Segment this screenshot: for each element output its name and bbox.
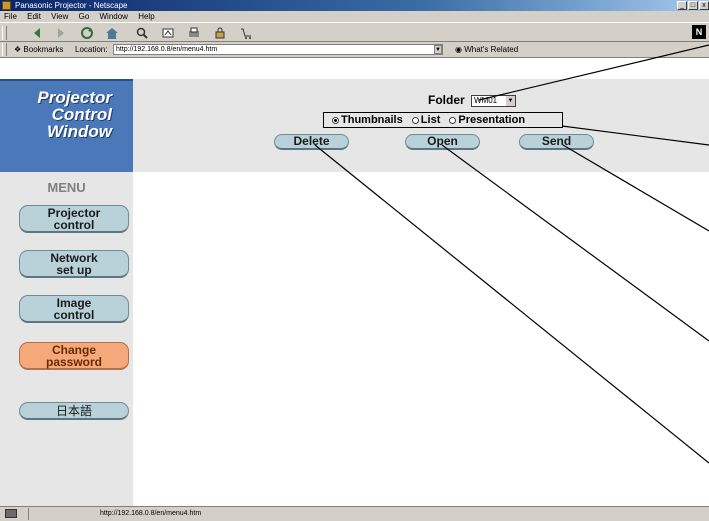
home-icon[interactable] [104,26,120,40]
reload-icon[interactable] [79,26,95,40]
thumbnails-radio[interactable] [332,116,339,124]
delete-button[interactable]: Delete [274,134,349,150]
thumbnails-label[interactable]: Thumbnails [341,114,403,126]
close-button[interactable]: x [699,1,709,10]
folder-header-panel: Folder WM01 ▼ Thumbnails List Presentati… [133,79,709,172]
sidebar-item-network-setup[interactable]: Network set up [19,250,129,278]
security-icon[interactable] [212,26,228,40]
url-dropdown-icon[interactable]: ▼ [434,45,442,54]
security-lock-icon[interactable] [5,509,17,518]
forward-icon[interactable] [52,26,68,40]
sidebar-item-projector-control[interactable]: Projector control [19,205,129,233]
my-netscape-icon[interactable] [160,26,176,40]
chevron-down-icon: ▼ [506,95,516,106]
bookmarks-label: Bookmarks [23,45,64,54]
window-title-bar: Panasonic Projector - Netscape _ □ x [0,0,709,11]
folder-select[interactable]: WM01 ▼ [471,94,517,107]
whats-related-label: What's Related [464,45,519,54]
bookmark-icon: ❖ [14,45,24,54]
list-label[interactable]: List [421,114,441,126]
send-button[interactable]: Send [519,134,594,150]
menu-view[interactable]: View [51,11,68,22]
toolbar-grip[interactable] [2,26,7,40]
menu-title: MENU [47,180,86,195]
status-separator [28,508,29,520]
location-label: Location: [75,45,108,54]
folder-value: WM01 [474,95,498,105]
view-mode-selector: Thumbnails List Presentation [323,112,563,128]
list-radio[interactable] [411,116,419,124]
sidebar-item-change-password[interactable]: Change password [19,342,129,370]
folder-label: Folder [428,93,465,107]
location-toolbar-grip[interactable] [2,43,7,56]
menu-help[interactable]: Help [138,11,154,22]
shop-icon[interactable] [238,26,254,40]
status-bar: http://192.168.0.8/en/menu4.htm [0,506,709,521]
menu-file[interactable]: File [4,11,17,22]
sidebar-item-image-control[interactable]: Image control [19,295,129,323]
location-toolbar: ❖ Bookmarks Location: http://192.168.0.8… [0,42,709,58]
print-icon[interactable] [186,26,202,40]
logo-line-3: Window [47,122,112,141]
status-text: http://192.168.0.8/en/menu4.htm [100,510,202,517]
projector-control-window-logo: Projector Control Window [0,79,133,172]
url-input[interactable]: http://192.168.0.8/en/menu4.htm [113,44,443,55]
web-page: Projector Control Window Folder WM01 ▼ T… [0,58,709,506]
search-icon[interactable] [134,26,150,40]
netscape-throbber-icon[interactable]: N [692,25,706,39]
sidebar-menu: MENU Projector control Network set up Im… [0,172,133,506]
logo-line-1: Projector [37,88,112,107]
open-button[interactable]: Open [405,134,480,150]
menu-bar: File Edit View Go Window Help [0,11,709,22]
logo-line-2: Control [51,105,112,124]
minimize-button[interactable]: _ [677,1,687,10]
netscape-app-icon [2,1,11,10]
back-icon[interactable] [30,26,46,40]
menu-window[interactable]: Window [100,11,128,22]
navigation-toolbar: N [0,22,709,42]
window-title: Panasonic Projector - Netscape [15,1,128,10]
sidebar-item-japanese[interactable]: 日本語 [19,402,129,420]
menu-go[interactable]: Go [79,11,90,22]
thumbnail-content-area [133,172,709,506]
whats-related-button[interactable]: ◉ What's Related [455,42,518,58]
presentation-label[interactable]: Presentation [458,114,525,126]
presentation-radio[interactable] [449,116,457,124]
related-icon: ◉ [455,45,465,54]
maximize-button[interactable]: □ [688,1,698,10]
bookmarks-button[interactable]: ❖ Bookmarks [14,42,63,58]
menu-edit[interactable]: Edit [27,11,41,22]
folder-row: Folder WM01 ▼ [428,93,517,107]
